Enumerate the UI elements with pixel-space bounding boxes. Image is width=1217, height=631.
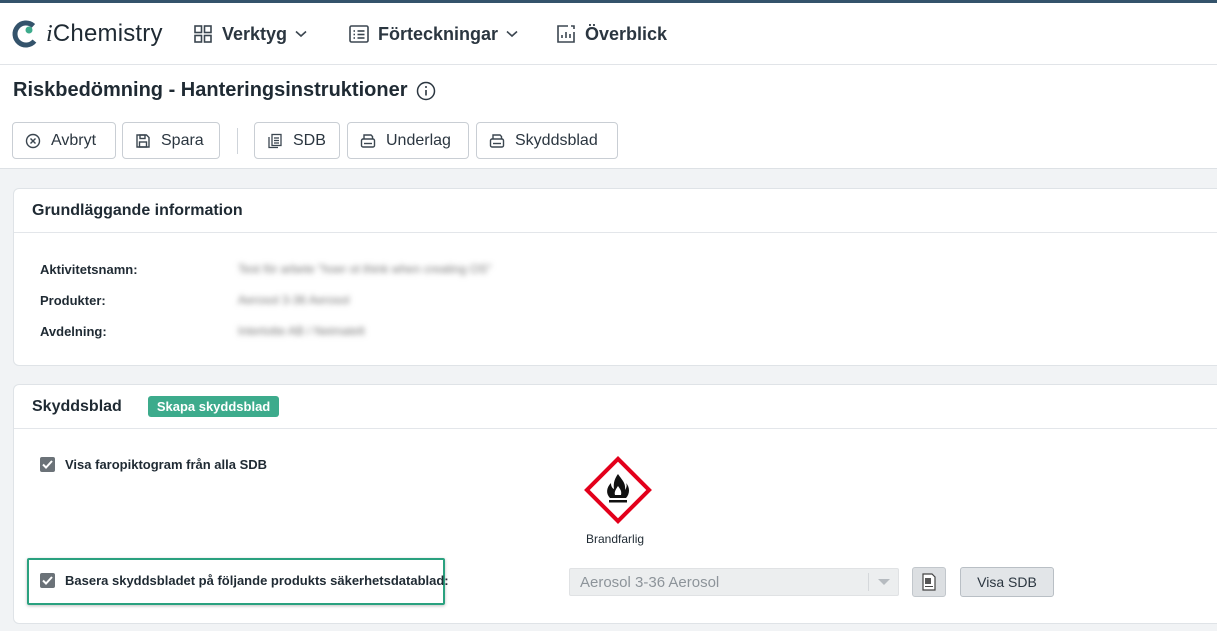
visa-sdb-button[interactable]: Visa SDB [960,567,1054,597]
skyddsblad-heading-row: Skyddsblad Skapa skyddsblad [14,385,1217,429]
spara-button[interactable]: Spara [122,122,220,159]
documents-icon [268,133,282,148]
department-label: Avdelning: [40,324,107,339]
toolbar-divider [237,128,238,154]
show-pictograms-checkbox[interactable] [40,457,55,472]
products-value: Aerosol 3-36 Aerosol [238,293,350,307]
sds-document-icon [922,573,936,591]
nav-overblick[interactable]: Överblick [556,21,667,47]
avbryt-label: Avbryt [51,131,97,149]
department-value: Intertotte AB / Neimatelt [238,324,365,338]
skyddsblad-label: Skyddsblad [515,131,598,149]
checkmark-icon [42,576,53,585]
underlag-label: Underlag [386,131,451,149]
grid-icon [194,25,212,43]
products-label: Produkter: [40,293,106,308]
activity-name-value: Test för arbete "hoer ot think when crea… [238,262,492,276]
app-logo[interactable]: iChemistry [12,19,163,49]
base-on-sds-option[interactable]: Basera skyddsbladet på följande produkts… [40,573,449,588]
skyddsblad-heading: Skyddsblad [32,397,122,415]
chevron-down-icon [295,30,307,38]
chart-icon [557,25,575,43]
nav-forteckningar[interactable]: Förteckningar [349,21,518,47]
printer-icon [360,133,376,148]
printer-icon [489,133,505,148]
ichemistry-logo-icon [12,20,40,48]
basic-info-card: Grundläggande information Aktivitetsnamn… [13,188,1217,366]
page-title: Riskbedömning - Hanteringsinstruktioner [13,79,436,102]
product-select-value: Aerosol 3-36 Aerosol [580,574,720,591]
nav-verktyg[interactable]: Verktyg [193,21,307,47]
base-on-sds-label: Basera skyddsbladet på följande produkts… [65,573,449,588]
create-skyddsblad-badge[interactable]: Skapa skyddsblad [147,396,280,417]
basic-info-heading: Grundläggande information [14,189,1217,233]
sdb-label: SDB [293,131,326,149]
show-pictograms-label: Visa faropiktogram från alla SDB [65,457,268,472]
cancel-circle-icon [25,133,41,148]
avbryt-button[interactable]: Avbryt [12,122,116,159]
page-title-text: Riskbedömning - Hanteringsinstruktioner [13,79,408,101]
logo-text: iChemistry [46,20,163,47]
sds-document-button[interactable] [912,567,946,597]
chevron-down-icon [506,30,518,38]
nav-verktyg-label: Verktyg [222,23,288,44]
checkmark-icon [42,460,53,469]
base-on-sds-checkbox[interactable] [40,573,55,588]
top-navigation: iChemistry Verktyg Förteckningar Överbli… [0,3,1217,65]
save-icon [136,133,150,148]
underlag-button[interactable]: Underlag [347,122,469,159]
info-icon[interactable] [416,81,436,101]
show-pictograms-option[interactable]: Visa faropiktogram från alla SDB [40,457,267,472]
skyddsblad-button[interactable]: Skyddsblad [476,122,618,159]
product-select[interactable]: Aerosol 3-36 Aerosol [569,568,899,596]
sdb-button[interactable]: SDB [254,122,340,159]
list-icon [349,25,369,43]
flammable-pictogram-icon [584,456,652,524]
nav-overblick-label: Överblick [585,23,668,44]
activity-name-label: Aktivitetsnamn: [40,262,138,277]
pictogram-label: Brandfarlig [586,532,645,546]
chevron-down-icon [868,573,898,591]
spara-label: Spara [161,131,204,149]
nav-forteckningar-label: Förteckningar [378,23,499,44]
